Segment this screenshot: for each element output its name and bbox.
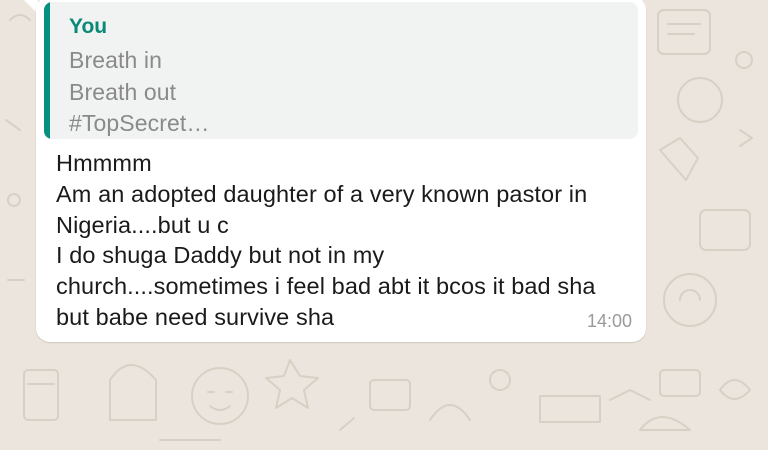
- quoted-line: Breath out: [69, 79, 177, 105]
- quoted-line: Breath in: [69, 47, 162, 73]
- message-text-line: Am an adopted daughter of a very known p…: [56, 181, 588, 207]
- quoted-line: #TopSecret…: [69, 110, 210, 136]
- quoted-reply[interactable]: You Breath in Breath out #TopSecret…: [44, 2, 638, 139]
- quoted-author: You: [69, 15, 108, 38]
- message-text-line: I do shuga Daddy but not in my: [56, 242, 385, 268]
- message-text-line: Nigeria....but u c: [56, 212, 229, 238]
- quote-accent-bar: [44, 2, 50, 139]
- message-bubble[interactable]: You Breath in Breath out #TopSecret… Hmm…: [36, 0, 646, 342]
- message-text-line: church....sometimes i feel bad abt it bc…: [56, 273, 596, 299]
- message-text-line: but babe need survive sha: [56, 304, 335, 330]
- message-text-line: Hmmmm: [56, 150, 152, 176]
- message-timestamp: 14:00: [586, 311, 632, 331]
